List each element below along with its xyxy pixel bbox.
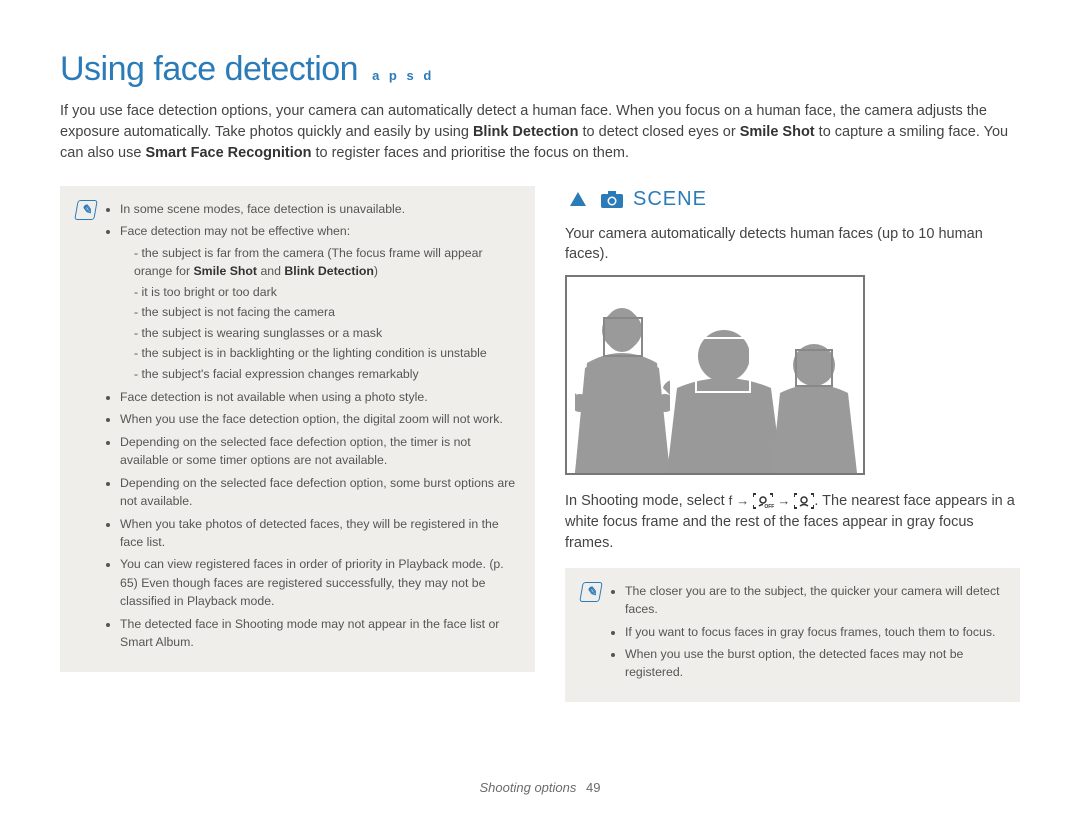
list-item: Depending on the selected face defection… — [120, 474, 519, 511]
face-on-icon — [794, 493, 814, 509]
page-number: 49 — [586, 780, 600, 795]
note-icon: ✎ — [579, 582, 603, 602]
note-content-right: The closer you are to the subject, the q… — [611, 582, 1004, 686]
focus-frame-gray — [795, 349, 833, 387]
list-item: If you want to focus faces in gray focus… — [625, 623, 1004, 641]
blink-detection-term: Blink Detection — [473, 124, 579, 140]
smile-shot-term: Smile Shot — [740, 124, 815, 140]
list-item: When you use the face detection option, … — [120, 410, 519, 428]
blink-detection-term: Blink Detection — [284, 264, 374, 278]
sub-list-item: the subject is wearing sunglasses or a m… — [134, 324, 519, 342]
note-icon: ✎ — [74, 200, 98, 220]
camera-icon — [599, 186, 625, 212]
step-text: In Shooting mode, select — [565, 493, 729, 509]
focus-frame-white — [695, 337, 751, 393]
sub-list-item: it is too bright or too dark — [134, 283, 519, 301]
footer-section: Shooting options — [480, 780, 577, 795]
sub-list-item: the subject is far from the camera (The … — [134, 244, 519, 281]
sub-text: and — [257, 264, 284, 278]
f-button-label: f — [729, 493, 733, 508]
list-item: Depending on the selected face defection… — [120, 433, 519, 470]
face-detection-illustration — [565, 275, 865, 475]
intro-text: to register faces and prioritise the foc… — [311, 145, 629, 161]
sub-list-item: the subject's facial expression changes … — [134, 365, 519, 383]
note-box-left: ✎ In some scene modes, face detection is… — [60, 186, 535, 672]
note-box-right: ✎ The closer you are to the subject, the… — [565, 568, 1020, 702]
arrow-icon: → — [777, 493, 790, 508]
triangle-icon — [565, 186, 591, 212]
list-item: You can view registered faces in order o… — [120, 555, 519, 610]
mode-letters: a p s d — [372, 68, 434, 83]
arrow-icon: → — [736, 493, 749, 508]
page-footer: Shooting options 49 — [0, 780, 1080, 795]
list-item: The closer you are to the subject, the q… — [625, 582, 1004, 619]
smile-shot-term: Smile Shot — [193, 264, 257, 278]
smart-face-recognition-term: Smart Face Recognition — [145, 145, 311, 161]
intro-paragraph: If you use face detection options, your … — [60, 101, 1020, 164]
list-item: When you use the burst option, the detec… — [625, 645, 1004, 682]
list-item: Face detection is not available when usi… — [120, 388, 519, 406]
focus-frame-gray — [603, 317, 643, 357]
sub-list-item: the subject is not facing the camera — [134, 303, 519, 321]
note-content-left: In some scene modes, face detection is u… — [106, 200, 519, 656]
intro-text: to detect closed eyes or — [579, 124, 740, 140]
sub-list-item: the subject is in backlighting or the li… — [134, 344, 519, 362]
face-off-icon — [753, 493, 773, 509]
sub-text: ) — [374, 264, 378, 278]
page-title: Using face detection — [60, 50, 358, 89]
mode-icons-row: SCENE — [565, 186, 1020, 212]
right-intro: Your camera automatically detects human … — [565, 224, 1020, 265]
list-item: In some scene modes, face detection is u… — [120, 200, 519, 218]
list-item: The detected face in Shooting mode may n… — [120, 615, 519, 652]
list-item: When you take photos of detected faces, … — [120, 515, 519, 552]
scene-label: SCENE — [633, 188, 707, 211]
list-item-text: Face detection may not be effective when… — [120, 224, 350, 238]
list-item: Face detection may not be effective when… — [120, 222, 519, 383]
shooting-step: In Shooting mode, select f → → . The nea… — [565, 491, 1020, 554]
